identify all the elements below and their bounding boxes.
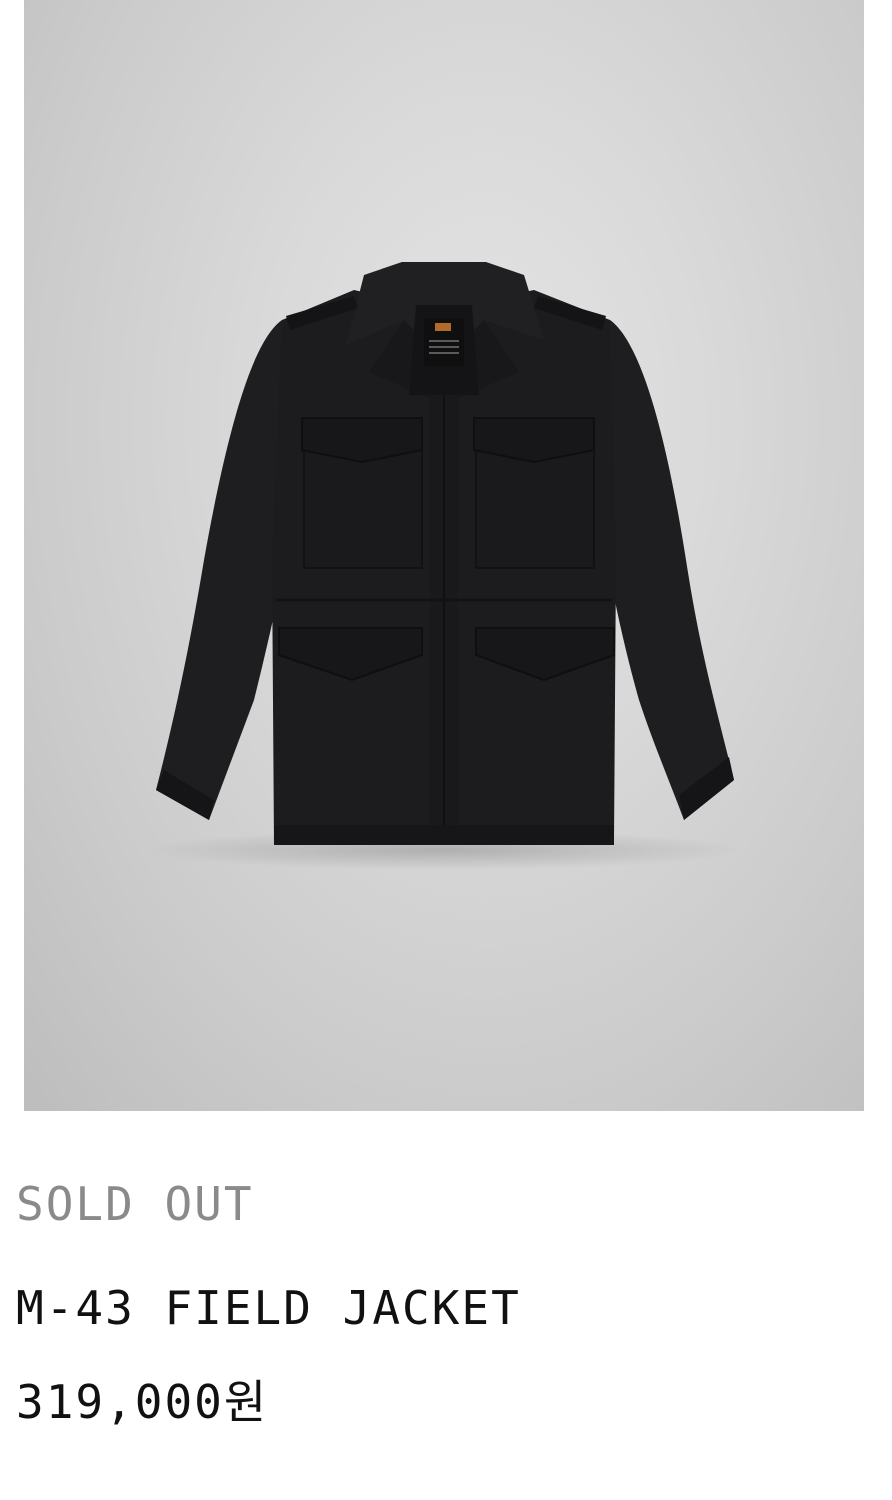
product-image[interactable] xyxy=(24,0,864,1111)
product-price: 319,000원 xyxy=(16,1375,269,1429)
product-card[interactable]: SOLD OUT M-43 FIELD JACKET 319,000원 xyxy=(0,0,892,1500)
product-name[interactable]: M-43 FIELD JACKET xyxy=(16,1280,521,1336)
jacket-photo-icon xyxy=(144,262,744,870)
sold-out-label: SOLD OUT xyxy=(16,1177,254,1231)
